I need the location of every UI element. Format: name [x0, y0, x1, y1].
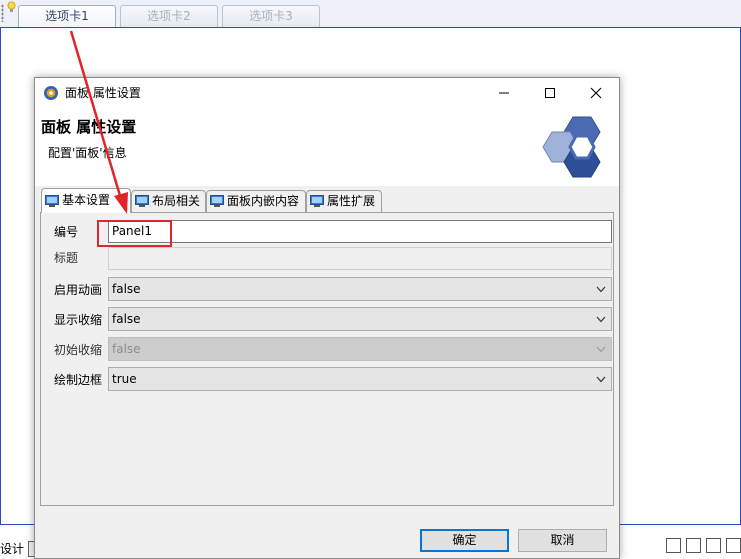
id-input[interactable]: Panel1: [108, 220, 612, 243]
annotation-highlight-box: [97, 220, 172, 247]
tab-label: 基本设置: [62, 193, 111, 207]
show-collapse-select[interactable]: false: [108, 307, 612, 331]
dialog-header: 面板 属性设置 配置'面板'信息: [35, 108, 619, 186]
layout-button-3[interactable]: [706, 538, 721, 553]
monitor-icon: [135, 195, 149, 207]
tab-layout[interactable]: 布局相关: [131, 190, 206, 212]
designer-tab-2[interactable]: 选项卡2: [120, 5, 218, 28]
select-value: false: [112, 282, 141, 296]
initial-collapse-select: false: [108, 337, 612, 361]
designer-tab-bar: 选项卡1 选项卡2 选项卡3: [0, 0, 741, 29]
header-title: 面板 属性设置: [41, 118, 137, 136]
layout-button-2[interactable]: [686, 538, 701, 553]
header-subtitle: 配置'面板'信息: [48, 146, 127, 160]
designer-tab-3[interactable]: 选项卡3: [222, 5, 320, 28]
title-label: 标题: [54, 251, 79, 265]
select-value: true: [112, 372, 137, 386]
design-view-label: 设计: [0, 542, 25, 556]
tab-label: 布局相关: [152, 194, 201, 208]
title-input[interactable]: [108, 247, 612, 270]
enable-animation-label: 启用动画: [54, 283, 103, 297]
tab-property-extension[interactable]: 属性扩展: [306, 190, 382, 212]
show-collapse-label: 显示收缩: [54, 313, 103, 327]
panel-properties-dialog: 面板 属性设置 面板 属性设置 配置'面板'信息 基本设置 布局相关 面板内嵌内…: [34, 77, 620, 559]
app-gear-icon: [44, 86, 58, 100]
designer-tab-1[interactable]: 选项卡1: [18, 5, 116, 29]
tab-label: 属性扩展: [327, 194, 376, 208]
monitor-icon: [210, 195, 224, 207]
select-value: false: [112, 312, 141, 326]
tab-label: 面板内嵌内容: [227, 194, 300, 208]
layout-button-1[interactable]: [666, 538, 681, 553]
basic-settings-panel: 编号 Panel1 标题 启用动画 false 显示收缩 false 初始收缩 …: [40, 212, 614, 506]
hexagon-logo-icon: [542, 116, 601, 178]
draw-border-label: 绘制边框: [54, 373, 103, 387]
initial-collapse-label: 初始收缩: [54, 343, 103, 357]
close-icon: [590, 87, 602, 99]
minimize-button[interactable]: [481, 78, 527, 108]
window-title: 面板 属性设置: [65, 86, 141, 100]
layout-button-4[interactable]: [726, 538, 741, 553]
chevron-down-icon: [596, 316, 606, 323]
monitor-icon: [45, 195, 59, 207]
lightbulb-icon[interactable]: [7, 1, 16, 13]
ok-button[interactable]: 确定: [420, 529, 509, 552]
maximize-button[interactable]: [527, 78, 573, 108]
design-view-toggle[interactable]: 设计: [0, 540, 36, 559]
id-label: 编号: [54, 225, 79, 239]
minimize-icon: [499, 92, 509, 94]
cancel-button[interactable]: 取消: [518, 529, 607, 552]
dialog-titlebar[interactable]: 面板 属性设置: [35, 78, 619, 108]
chevron-down-icon: [596, 376, 606, 383]
maximize-icon: [545, 88, 555, 98]
tab-basic-settings[interactable]: 基本设置: [41, 188, 131, 213]
draw-border-select[interactable]: true: [108, 367, 612, 391]
chevron-down-icon: [596, 346, 606, 353]
monitor-icon: [310, 195, 324, 207]
tab-embedded-content[interactable]: 面板内嵌内容: [206, 190, 306, 212]
chevron-down-icon: [596, 286, 606, 293]
select-value: false: [112, 342, 141, 356]
drag-grip-icon[interactable]: [1, 4, 4, 22]
close-button[interactable]: [573, 78, 619, 108]
enable-animation-select[interactable]: false: [108, 277, 612, 301]
